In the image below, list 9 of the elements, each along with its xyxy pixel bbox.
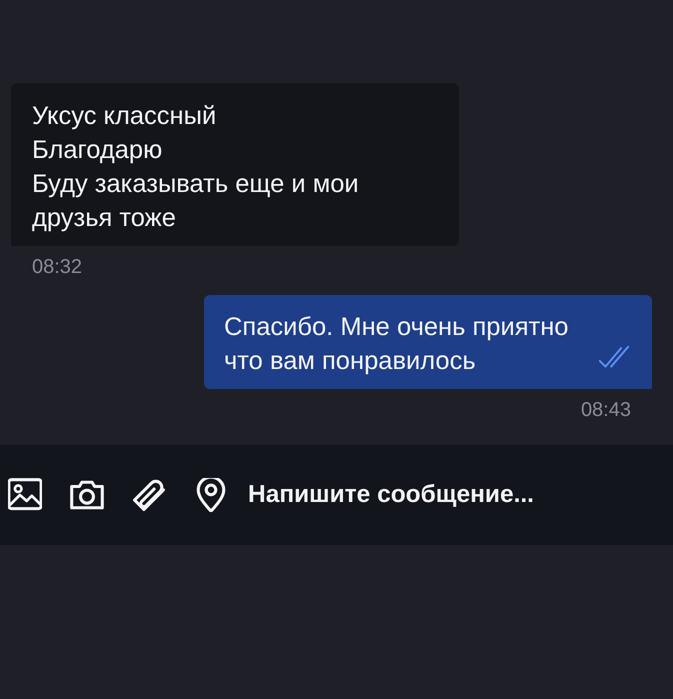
camera-icon[interactable] (70, 478, 104, 512)
location-pin-icon[interactable] (194, 478, 228, 512)
message-time: 08:43 (580, 398, 631, 422)
message-text: Спасибо. Мне очень приятно что вам понравилось (224, 312, 570, 377)
paperclip-icon[interactable] (132, 478, 166, 512)
image-icon[interactable] (8, 478, 42, 512)
message-text: Уксус классный Благодарю Буду заказывать еще и мои друзья тоже (32, 101, 360, 234)
message-time: 08:32 (32, 255, 82, 279)
message-input[interactable]: Напишите сообщение... (248, 475, 653, 515)
